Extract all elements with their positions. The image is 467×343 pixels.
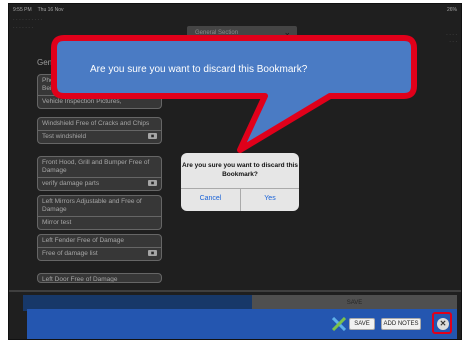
dialog-message: Are you sure you want to discard this Bo… — [182, 162, 298, 178]
callout-text: Are you sure you want to discard this Bo… — [90, 64, 308, 75]
cancel-button[interactable]: Cancel — [181, 190, 240, 208]
x-logo-icon[interactable] — [332, 317, 346, 331]
yes-button[interactable]: Yes — [241, 190, 299, 208]
app-screen: 9:55 PM Thu 16 Nov 26% · · · · · · · · ·… — [8, 3, 462, 340]
close-button-highlight: ✕ — [432, 312, 452, 334]
confirm-dialog: Are you sure you want to discard this Bo… — [181, 153, 299, 211]
save-button[interactable]: SAVE — [349, 318, 375, 330]
close-icon[interactable]: ✕ — [437, 318, 449, 330]
bottom-toolbar: SAVE ADD NOTES ✕ — [27, 309, 457, 339]
add-notes-button[interactable]: ADD NOTES — [381, 318, 421, 330]
